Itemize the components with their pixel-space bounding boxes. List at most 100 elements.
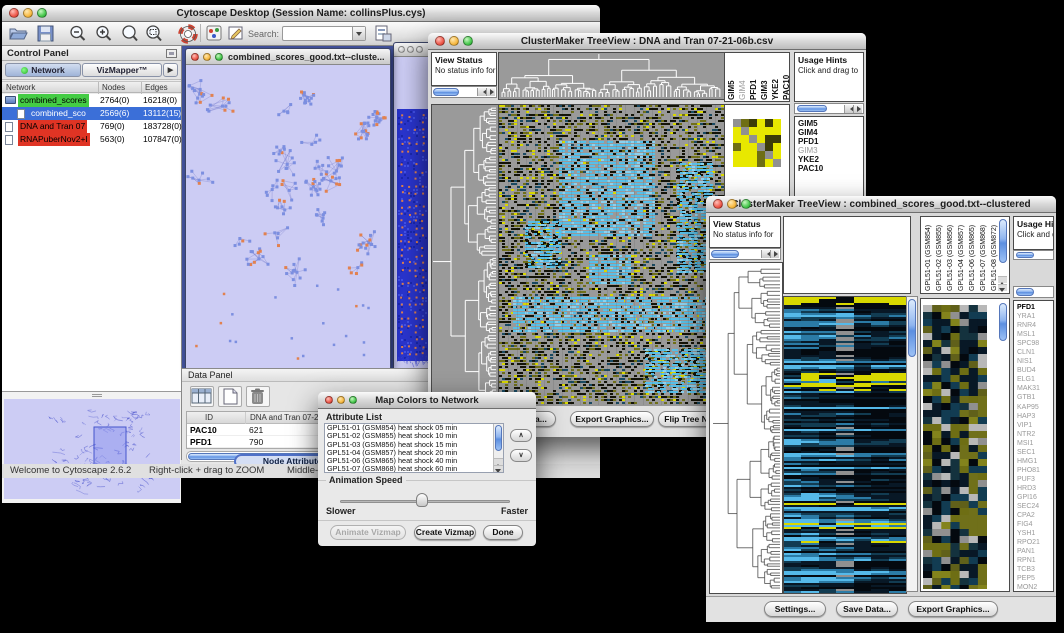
move-up-button[interactable]: ∧	[510, 429, 532, 442]
tab-network[interactable]: Network	[5, 63, 81, 77]
minimize-icon[interactable]	[727, 199, 737, 209]
attribute-list-vscrollbar[interactable]	[493, 424, 503, 472]
scrollbar-thumb[interactable]	[433, 88, 459, 96]
save-session-icon[interactable]	[36, 24, 56, 44]
scroll-down-icon[interactable]	[494, 465, 503, 472]
gene-label: VIP1	[1017, 421, 1053, 430]
import-network-icon[interactable]	[374, 24, 394, 44]
attribute-listbox[interactable]: GPL51-01 (GSM854) heat shock 05 minGPL51…	[324, 423, 504, 473]
done-button[interactable]: Done	[483, 525, 523, 540]
tv1-heatmap-canvas[interactable]	[498, 104, 725, 408]
attribute-table-icon[interactable]	[190, 386, 214, 407]
attribute-list-item[interactable]: GPL51-07 (GSM868) heat shock 60 min	[325, 465, 503, 473]
tv1-thumbnail-heatmap[interactable]	[733, 119, 781, 167]
zoom-window-icon[interactable]	[349, 396, 357, 404]
zoom-window-icon[interactable]	[37, 8, 47, 18]
create-vizmap-button[interactable]: Create Vizmap	[414, 525, 476, 540]
close-icon[interactable]	[191, 53, 199, 61]
slider-thumb[interactable]	[416, 493, 428, 507]
animate-vizmap-button[interactable]: Animate Vizmap	[330, 525, 406, 540]
column-label: PAC10	[782, 55, 790, 100]
tv1-titlebar[interactable]: ClusterMaker TreeView : DNA and Tran 07-…	[428, 33, 866, 50]
help-icon[interactable]	[178, 24, 198, 44]
scroll-left-icon[interactable]	[477, 88, 486, 96]
network-tree-row[interactable]: combined_sco2569(6)13112(15)	[2, 107, 181, 120]
tv2-left-hscrollbar[interactable]	[709, 248, 781, 260]
close-icon[interactable]	[398, 46, 405, 53]
scroll-left-icon[interactable]	[844, 105, 853, 113]
network-view-titlebar[interactable]: combined_scores_good.txt--cluste...	[186, 49, 390, 65]
export-graphics-button[interactable]: Export Graphics...	[570, 411, 654, 427]
attr-column-header[interactable]: ID	[205, 412, 213, 424]
open-session-icon[interactable]	[8, 24, 28, 44]
network-overview-canvas[interactable]	[4, 399, 180, 499]
scrollbar-thumb[interactable]	[999, 303, 1007, 341]
scroll-up-icon[interactable]	[494, 458, 503, 465]
minimize-icon[interactable]	[407, 46, 414, 53]
column-header-network[interactable]: Network	[6, 82, 35, 94]
zoom-in-icon[interactable]	[94, 24, 114, 44]
zoom-fit-icon[interactable]	[144, 24, 164, 44]
zoom-window-icon[interactable]	[215, 53, 223, 61]
tv1-column-dendrogram[interactable]	[498, 52, 725, 100]
tv1-left-hscrollbar[interactable]	[431, 86, 497, 98]
tv1-row-dendrogram[interactable]	[431, 104, 499, 408]
gene-label: BUD4	[1017, 366, 1053, 375]
scrollbar-thumb[interactable]	[1016, 252, 1034, 258]
zoom-out-icon[interactable]	[68, 24, 88, 44]
tv2-row-dendrogram[interactable]	[709, 262, 783, 594]
scrollbar-thumb[interactable]	[711, 250, 739, 258]
close-icon[interactable]	[325, 396, 333, 404]
network-tree-row[interactable]: DNA and Tran 07769(0)183728(0)	[2, 120, 181, 133]
tv2-right-hscrollbar[interactable]	[1013, 250, 1054, 260]
network-graph-canvas[interactable]	[186, 65, 390, 368]
new-attribute-icon[interactable]	[218, 386, 242, 407]
minimize-icon[interactable]	[203, 53, 211, 61]
tv1-right-hscrollbar[interactable]	[794, 103, 864, 114]
zoom-window-icon[interactable]	[416, 46, 423, 53]
scrollbar-thumb[interactable]	[908, 299, 916, 357]
column-header-nodes[interactable]: Nodes	[98, 82, 125, 94]
tv2-heatmap-canvas[interactable]	[783, 296, 907, 594]
visual-styles-icon[interactable]	[205, 24, 225, 44]
close-icon[interactable]	[9, 8, 19, 18]
dialog-titlebar[interactable]: Map Colors to Network	[318, 392, 536, 409]
minimize-icon[interactable]	[337, 396, 345, 404]
row-label: PFD1	[798, 137, 863, 146]
tv2-zoom-heatmap[interactable]	[923, 305, 987, 589]
network-tree-row[interactable]: combined_scores2764(0)16218(0)	[2, 94, 181, 107]
scroll-right-icon[interactable]	[853, 105, 862, 113]
splitter-handle[interactable]	[92, 394, 102, 397]
save-data-button[interactable]: Save Data...	[836, 601, 898, 617]
tabs-overflow-button[interactable]: ▶	[163, 63, 178, 77]
search-dropdown-button[interactable]	[352, 27, 365, 40]
scrollbar-thumb[interactable]	[495, 425, 502, 451]
search-input[interactable]	[282, 26, 366, 41]
scrollbar-thumb[interactable]	[797, 105, 827, 112]
column-header-edges[interactable]: Edges	[141, 82, 168, 94]
main-titlebar[interactable]: Cytoscape Desktop (Session Name: collins…	[2, 5, 600, 22]
minimize-icon[interactable]	[23, 8, 33, 18]
scroll-left-icon[interactable]	[761, 250, 770, 258]
delete-attribute-icon[interactable]	[246, 386, 270, 407]
zoom-window-icon[interactable]	[463, 36, 473, 46]
minimize-icon[interactable]	[449, 36, 459, 46]
export-graphics-button[interactable]: Export Graphics...	[908, 601, 998, 617]
close-icon[interactable]	[435, 36, 445, 46]
tab-vizmapper[interactable]: VizMapper™	[82, 63, 162, 77]
settings-button[interactable]: Settings...	[764, 601, 826, 617]
float-panel-icon[interactable]	[166, 49, 177, 58]
move-down-button[interactable]: ∨	[510, 449, 532, 462]
network-tree-row[interactable]: RNAPuberNov2+I563(0)107847(0)	[2, 133, 181, 146]
annotation-icon[interactable]	[227, 24, 247, 44]
zoom-window-icon[interactable]	[741, 199, 751, 209]
scrollbar-thumb[interactable]	[1016, 288, 1034, 296]
tv2-titlebar[interactable]: ClusterMaker TreeView : combined_scores_…	[706, 196, 1056, 213]
scroll-right-icon[interactable]	[486, 88, 495, 96]
tv2-heatmap-vscrollbar[interactable]	[906, 296, 918, 592]
tv2-genelist-hscrollbar[interactable]	[1013, 286, 1054, 298]
scrollbar-thumb[interactable]	[999, 219, 1007, 263]
scroll-right-icon[interactable]	[770, 250, 779, 258]
close-icon[interactable]	[713, 199, 723, 209]
zoom-selected-icon[interactable]	[120, 24, 140, 44]
